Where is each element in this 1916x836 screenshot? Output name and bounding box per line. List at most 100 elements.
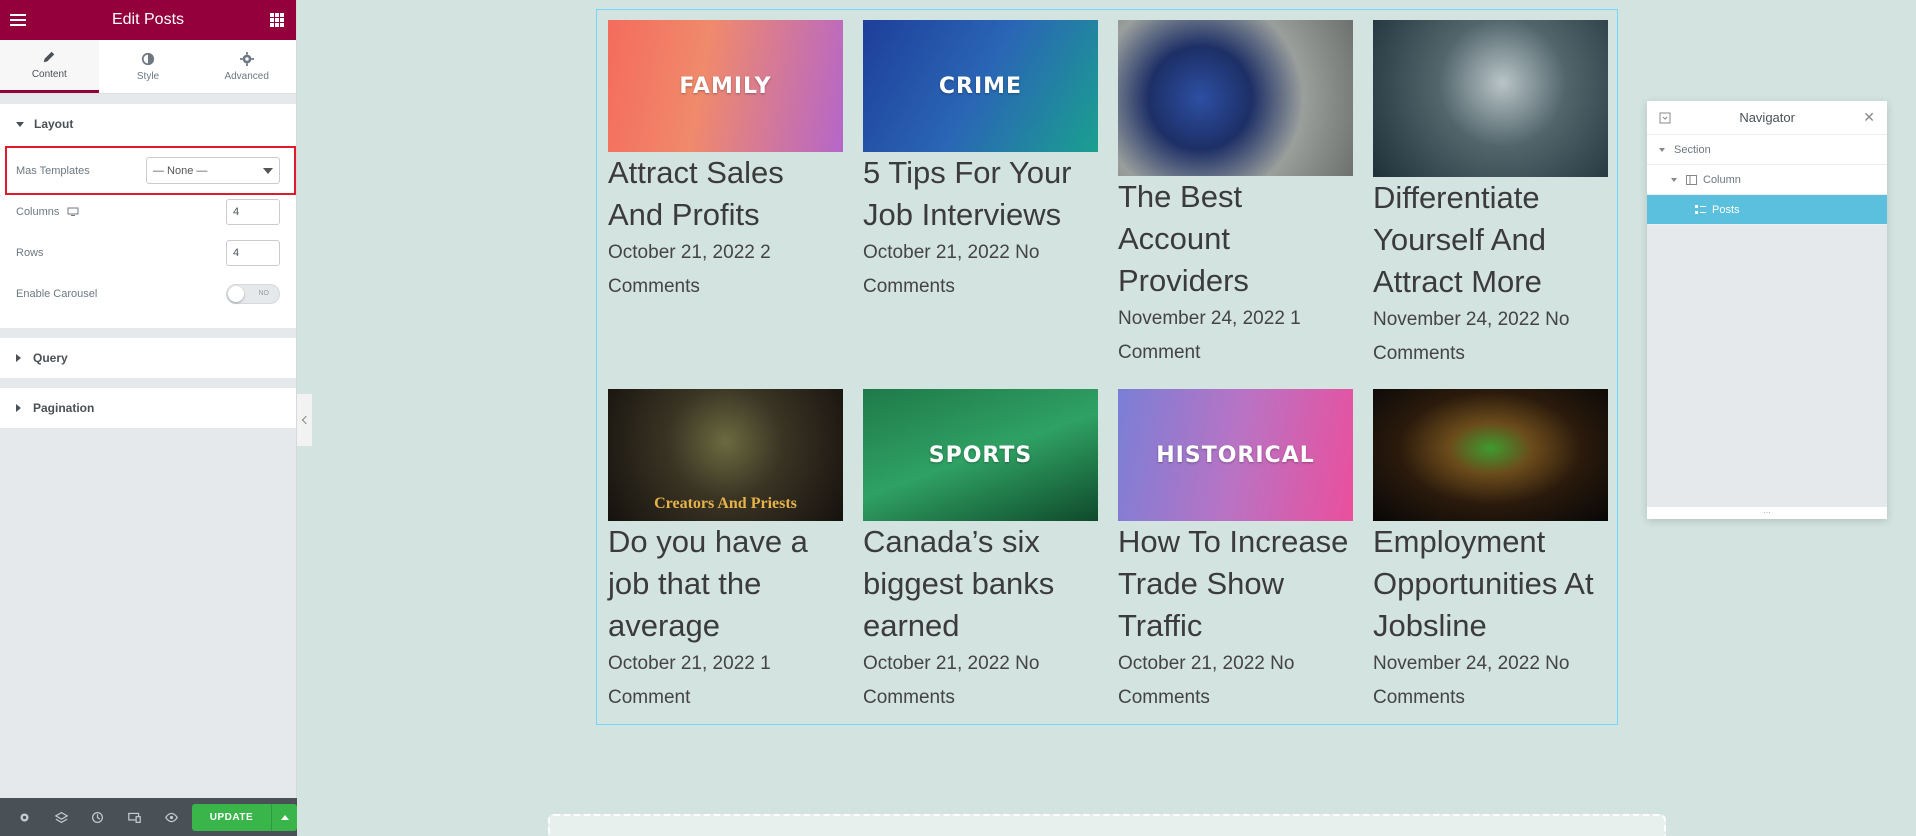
caret-down-icon: [16, 121, 24, 127]
post-meta: October 21, 2022 2 Comments: [608, 242, 771, 297]
collapse-panel-button[interactable]: [297, 394, 312, 446]
post-card[interactable]: SPORTS Canada’s six biggest banks earned…: [863, 389, 1098, 715]
pagination-section-header[interactable]: Pagination: [0, 388, 296, 428]
navigator-item-section[interactable]: Section: [1647, 135, 1887, 165]
query-section: Query: [0, 338, 296, 378]
post-thumbnail[interactable]: FAMILY: [608, 20, 843, 152]
rows-label: Rows: [16, 246, 44, 259]
post-meta: October 21, 2022 1 Comment: [608, 653, 771, 708]
settings-icon[interactable]: [6, 798, 43, 836]
post-thumbnail[interactable]: CRIME: [863, 20, 1098, 152]
post-title[interactable]: Employment Opportunities At Jobsline: [1373, 521, 1608, 647]
post-card[interactable]: The Best Account Providers November 24, …: [1118, 20, 1353, 370]
post-card[interactable]: FAMILY Attract Sales And Profits October…: [608, 20, 843, 304]
post-thumbnail[interactable]: [1373, 389, 1608, 521]
posts-icon: [1695, 204, 1706, 214]
caret-down-icon: [1659, 147, 1665, 152]
post-category-badge: HISTORICAL: [1156, 442, 1315, 468]
pagination-section-title: Pagination: [33, 401, 95, 415]
post-thumbnail[interactable]: Creators And Priests: [608, 389, 843, 521]
post-meta: November 24, 2022 No Comments: [1373, 309, 1570, 364]
navigator-item-label: Section: [1674, 143, 1711, 156]
post-thumbnail[interactable]: HISTORICAL: [1118, 389, 1353, 521]
collapse-all-icon[interactable]: [1659, 112, 1671, 124]
update-options-button[interactable]: [271, 803, 298, 831]
post-title[interactable]: Attract Sales And Profits: [608, 152, 843, 236]
navigator-panel: Navigator ✕ Section Column Posts ...: [1647, 101, 1887, 519]
desktop-icon[interactable]: [67, 207, 79, 217]
tab-style-label: Style: [136, 70, 160, 82]
layout-section-header[interactable]: Layout: [0, 104, 296, 144]
responsive-icon[interactable]: [116, 798, 153, 836]
columns-label: Columns: [16, 205, 60, 218]
tab-advanced[interactable]: Advanced: [197, 40, 296, 93]
tab-content-label: Content: [31, 69, 67, 80]
navigator-resize-handle[interactable]: ...: [1647, 506, 1887, 519]
navigator-item-posts[interactable]: Posts: [1647, 195, 1887, 225]
rows-input[interactable]: [226, 239, 280, 266]
post-meta: October 21, 2022 No Comments: [863, 653, 1040, 708]
navigator-title: Navigator: [1739, 110, 1795, 125]
post-title[interactable]: 5 Tips For Your Job Interviews: [863, 152, 1098, 236]
carousel-toggle[interactable]: NO: [226, 283, 280, 304]
history-icon[interactable]: [80, 798, 117, 836]
post-thumbnail-caption: Creators And Priests: [654, 495, 797, 512]
add-section-dropzone[interactable]: [548, 814, 1666, 836]
caret-right-icon: [16, 354, 21, 362]
rows-row: Rows: [16, 232, 280, 273]
mas-templates-highlight: [5, 146, 296, 195]
chevron-left-icon: [301, 415, 311, 425]
layers-icon[interactable]: [43, 798, 80, 836]
post-meta: October 21, 2022 No Comments: [1118, 653, 1295, 708]
pagination-section: Pagination: [0, 388, 296, 428]
post-thumbnail[interactable]: SPORTS: [863, 389, 1098, 521]
tab-style[interactable]: Style: [99, 40, 198, 93]
navigator-item-label: Column: [1703, 173, 1741, 186]
toggle-knob: [228, 285, 244, 302]
post-card[interactable]: HISTORICAL How To Increase Trade Show Tr…: [1118, 389, 1353, 715]
post-title[interactable]: The Best Account Providers: [1118, 176, 1353, 302]
post-title[interactable]: Do you have a job that the average: [608, 521, 843, 647]
tab-advanced-label: Advanced: [224, 70, 269, 82]
widgets-grid-icon[interactable]: [270, 13, 284, 27]
post-title[interactable]: Canada’s six biggest banks earned: [863, 521, 1098, 647]
post-title[interactable]: How To Increase Trade Show Traffic: [1118, 521, 1353, 647]
post-meta: November 24, 2022 1 Comment: [1118, 308, 1301, 363]
post-meta: November 24, 2022 No Comments: [1373, 653, 1570, 708]
panel-footer: UPDATE: [0, 798, 298, 836]
caret-up-icon: [280, 814, 289, 820]
panel-tabs: Content Style Advanced: [0, 40, 296, 94]
post-meta: October 21, 2022 No Comments: [863, 242, 1040, 297]
posts-widget[interactable]: FAMILY Attract Sales And Profits October…: [596, 9, 1618, 725]
caret-right-icon: [16, 404, 21, 412]
post-category-badge: FAMILY: [679, 73, 772, 99]
query-section-title: Query: [33, 351, 68, 365]
post-thumbnail[interactable]: [1373, 20, 1608, 177]
caret-down-icon: [1671, 177, 1677, 182]
update-button[interactable]: UPDATE: [191, 803, 272, 831]
post-card[interactable]: Employment Opportunities At Jobsline Nov…: [1373, 389, 1608, 715]
gear-icon: [239, 51, 254, 66]
query-section-header[interactable]: Query: [0, 338, 296, 378]
post-card[interactable]: Creators And Priests Do you have a job t…: [608, 389, 843, 715]
post-title[interactable]: Differentiate Yourself And Attract More: [1373, 177, 1608, 303]
post-category-badge: CRIME: [938, 73, 1023, 99]
toggle-state-text: NO: [258, 289, 270, 297]
post-card[interactable]: Differentiate Yourself And Attract More …: [1373, 20, 1608, 371]
post-card[interactable]: CRIME 5 Tips For Your Job Interviews Oct…: [863, 20, 1098, 304]
layout-section: Layout Mas Templates — None — Columns Ro…: [0, 104, 296, 328]
column-icon: [1686, 174, 1697, 185]
close-icon[interactable]: ✕: [1863, 109, 1875, 126]
columns-row: Columns: [16, 191, 280, 232]
columns-input[interactable]: [226, 198, 280, 225]
preview-icon[interactable]: [153, 798, 190, 836]
pencil-icon: [44, 51, 55, 63]
post-thumbnail[interactable]: [1118, 20, 1353, 176]
navigator-header[interactable]: Navigator ✕: [1647, 101, 1887, 135]
carousel-label: Enable Carousel: [16, 287, 98, 300]
layout-section-title: Layout: [34, 117, 74, 131]
tab-content[interactable]: Content: [0, 40, 99, 93]
menu-icon[interactable]: [10, 14, 26, 26]
panel-header: Edit Posts: [0, 0, 296, 40]
navigator-item-column[interactable]: Column: [1647, 165, 1887, 195]
